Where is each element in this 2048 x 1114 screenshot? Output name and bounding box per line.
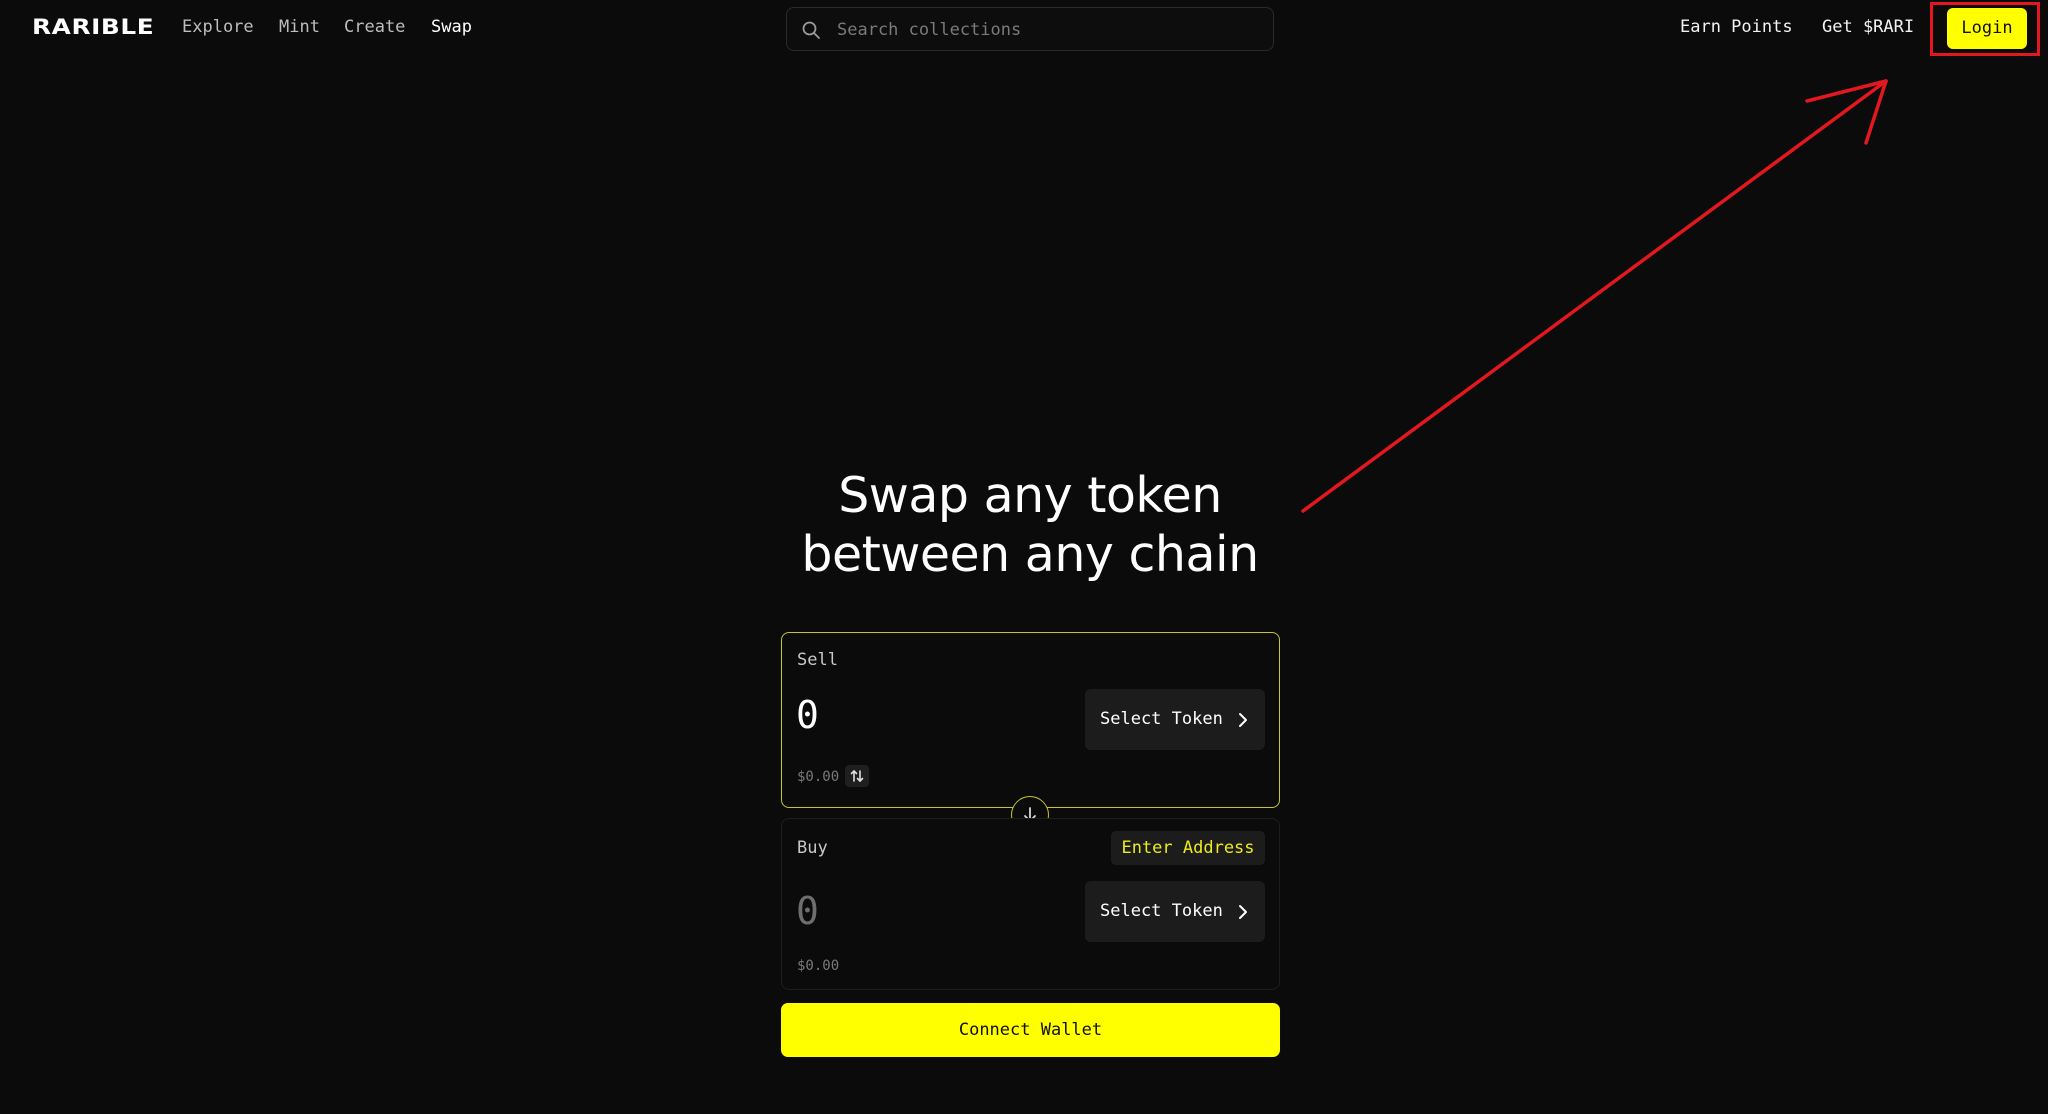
- sell-label: Sell: [797, 650, 838, 670]
- chevron-right-icon: [1239, 713, 1247, 727]
- connect-wallet-button[interactable]: Connect Wallet: [781, 1003, 1280, 1057]
- sell-select-token-label: Select Token: [1100, 709, 1223, 729]
- sell-amount-input[interactable]: 0: [796, 693, 819, 737]
- swap-units-button[interactable]: [845, 765, 869, 787]
- app-window: RARIBLE Explore Mint Create Swap Earn Po…: [0, 0, 2048, 1114]
- hero-line-2: between any chain: [801, 526, 1259, 583]
- buy-label: Buy: [797, 838, 828, 858]
- buy-amount-input[interactable]: 0: [796, 889, 819, 933]
- sell-usd-value: $0.00: [797, 769, 840, 785]
- buy-select-token-label: Select Token: [1100, 901, 1223, 921]
- buy-card: Buy Enter Address 0 $0.00 Select Token: [781, 818, 1280, 990]
- chevron-right-icon: [1239, 905, 1247, 919]
- sell-card: Sell 0 $0.00 Select Token: [781, 632, 1280, 808]
- hero-line-1: Swap any token: [838, 467, 1222, 524]
- swap-vertical-icon: [850, 770, 864, 782]
- buy-select-token-button[interactable]: Select Token: [1085, 881, 1265, 942]
- sell-select-token-button[interactable]: Select Token: [1085, 689, 1265, 750]
- buy-usd-value: $0.00: [797, 958, 840, 974]
- hero-heading: Swap any token between any chain: [724, 466, 1336, 584]
- enter-address-button[interactable]: Enter Address: [1111, 831, 1265, 865]
